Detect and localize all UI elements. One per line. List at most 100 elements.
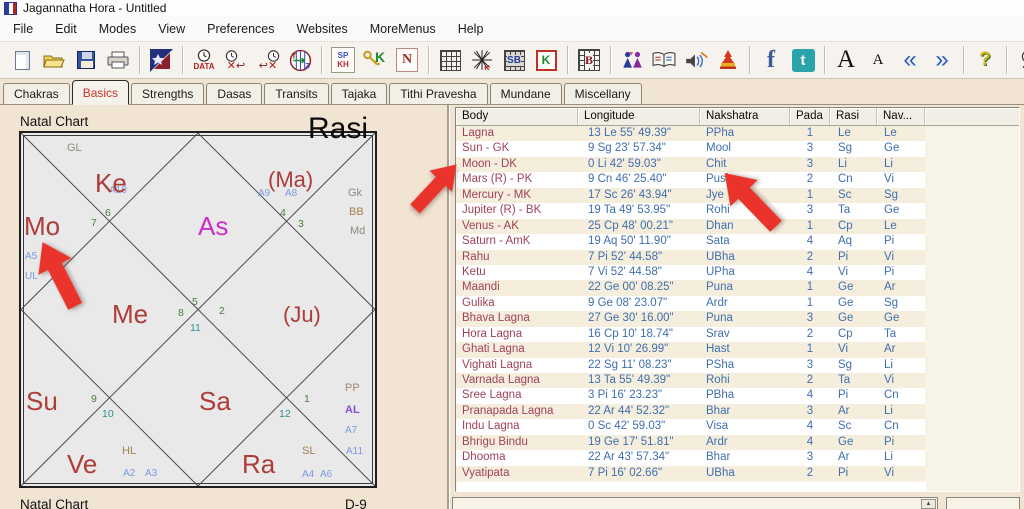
table-row[interactable]: Saturn - AmK19 Aq 50' 11.90"Sata4AqPi (456, 234, 925, 249)
facebook-button[interactable]: f (756, 44, 786, 76)
table-row[interactable]: Gulika9 Ge 08' 23.07"Ardr1GeSg (456, 296, 925, 311)
special-positions-button[interactable]: SP KH (328, 44, 358, 76)
table-cell-4: Sc (830, 419, 877, 434)
table-cell-1: 9 Sg 23' 57.34" (578, 141, 700, 156)
varga-grid-button[interactable] (435, 44, 465, 76)
birth-data-button[interactable]: DATA (189, 44, 219, 76)
table-row[interactable]: Sun - GK9 Sg 23' 57.34"Mool3SgGe (456, 141, 925, 156)
tab-dasas[interactable]: Dasas (206, 83, 262, 104)
font-decrease-icon: A (873, 52, 884, 69)
menu-help[interactable]: Help (447, 19, 495, 39)
tab-tithi-pravesha[interactable]: Tithi Pravesha (389, 83, 487, 104)
column-header-rasi[interactable]: Rasi (830, 108, 877, 125)
next-chart-button[interactable]: » (927, 44, 957, 76)
font-increase-button[interactable]: A (831, 44, 861, 76)
tab-transits[interactable]: Transits (264, 83, 328, 104)
table-cell-2: Ardr (700, 435, 790, 450)
column-header-body[interactable]: Body (456, 108, 578, 125)
tab-mundane[interactable]: Mundane (490, 83, 562, 104)
tab-strengths[interactable]: Strengths (131, 83, 204, 104)
menu-moremenus[interactable]: MoreMenus (359, 19, 447, 39)
tab-miscellany[interactable]: Miscellany (564, 83, 642, 104)
table-row[interactable]: Indu Lagna0 Sc 42' 59.03"Visa4ScCn (456, 419, 925, 434)
animation-rewind-button[interactable]: << (1013, 44, 1024, 76)
table-row[interactable]: Lagna13 Le 55' 49.39"PPha1LeLe (456, 126, 925, 141)
table-cell-0: Rahu (456, 250, 578, 265)
table-cell-5: Pi (877, 435, 925, 450)
muhurta-audio-button[interactable] (681, 44, 711, 76)
table-row[interactable]: Hora Lagna16 Cp 10' 18.74"Srav2CpTa (456, 327, 925, 342)
k-chart-button[interactable]: K (531, 44, 561, 76)
menu-edit[interactable]: Edit (44, 19, 88, 39)
chart-label-rahu: Ra (242, 451, 275, 477)
table-cell-2: Sata (700, 234, 790, 249)
previous-chart-button[interactable]: « (895, 44, 925, 76)
panchanga-button[interactable] (649, 44, 679, 76)
menu-view[interactable]: View (147, 19, 196, 39)
tab-basics[interactable]: Basics (72, 80, 129, 105)
clock-icon (197, 49, 211, 62)
table-row[interactable]: Rahu7 Pi 52' 44.58"UBha2PiVi (456, 250, 925, 265)
table-cell-0: Bhrigu Bindu (456, 435, 578, 450)
menu-preferences[interactable]: Preferences (196, 19, 285, 39)
table-row[interactable]: Vighati Lagna22 Sg 11' 08.23"PSha3SgLi (456, 358, 925, 373)
table-row[interactable]: Dhooma22 Ar 43' 57.34"Bhar3ArLi (456, 450, 925, 465)
table-row[interactable]: Bhava Lagna27 Ge 30' 16.00"Puna3GeGe (456, 311, 925, 326)
facebook-icon: f (767, 47, 775, 74)
help-button[interactable]: ? (970, 44, 1000, 76)
column-header-pada[interactable]: Pada (790, 108, 830, 125)
key-icon: K (362, 49, 388, 71)
column-header-longitude[interactable]: Longitude (578, 108, 700, 125)
n-icon: N (396, 48, 418, 72)
table-row[interactable]: Maandi22 Ge 00' 08.25"Puna1GeAr (456, 280, 925, 295)
chart-splash-button[interactable] (146, 44, 176, 76)
chart-label-a3: A3 (145, 469, 157, 479)
star-chart-button[interactable]: K (467, 44, 497, 76)
table-row[interactable]: Sree Lagna3 Pi 16' 23.23"PBha4PiCn (456, 388, 925, 403)
compatibility-button[interactable]: ♥ (617, 44, 647, 76)
save-button[interactable] (71, 44, 101, 76)
table-cell-5: Sg (877, 188, 925, 203)
scroll-up-button[interactable]: ▲ (921, 499, 936, 509)
table-row[interactable]: Jupiter (R) - BK19 Ta 49' 53.95"Rohi3TaG… (456, 203, 925, 218)
table-cell-3: 4 (790, 234, 830, 249)
table-cell-1: 19 Ta 49' 53.95" (578, 203, 700, 218)
font-decrease-button[interactable]: A (863, 44, 893, 76)
key-chart-button[interactable]: K (360, 44, 390, 76)
table-cell-4: Vi (830, 265, 877, 280)
table-row[interactable]: Ghati Lagna12 Vi 10' 26.99"Hast1ViAr (456, 342, 925, 357)
notes-button[interactable]: N (392, 44, 422, 76)
sb-button[interactable]: SB (499, 44, 529, 76)
table-cell-1: 7 Pi 16' 02.66" (578, 466, 700, 481)
twitter-button[interactable]: t (788, 44, 818, 76)
table-row[interactable]: Venus - AK25 Cp 48' 00.21"Dhan1CpLe (456, 219, 925, 234)
new-document-button[interactable] (7, 44, 37, 76)
menu-websites[interactable]: Websites (286, 19, 359, 39)
column-header-navamsa[interactable]: Nav... (877, 108, 925, 125)
table-cell-4: Ta (830, 203, 877, 218)
menu-file[interactable]: File (2, 19, 44, 39)
print-button[interactable] (103, 44, 133, 76)
column-header-nakshatra[interactable]: Nakshatra (700, 108, 790, 125)
table-row[interactable]: Bhrigu Bindu19 Ge 17' 51.81"Ardr4GePi (456, 435, 925, 450)
bhava-grid-button[interactable]: B (574, 44, 604, 76)
time-undo-button[interactable]: ✕↩ (221, 44, 251, 76)
menu-modes[interactable]: Modes (88, 19, 148, 39)
table-cell-4: Li (830, 157, 877, 172)
time-redo-button[interactable]: ↩✕ (253, 44, 283, 76)
table-row[interactable]: Vyatipata7 Pi 16' 02.66"UBha2PiVi (456, 466, 925, 481)
table-row[interactable]: Varnada Lagna13 Ta 55' 49.39"Rohi2TaVi (456, 373, 925, 388)
table-row[interactable]: Mercury - MK17 Sc 26' 43.94"Jye1ScSg (456, 188, 925, 203)
open-file-button[interactable] (39, 44, 69, 76)
table-row[interactable]: Ketu7 Vi 52' 44.58"UPha4ViPi (456, 265, 925, 280)
tab-tajaka[interactable]: Tajaka (331, 83, 388, 104)
arrow-redo-icon: ↩✕ (259, 62, 277, 71)
table-row[interactable]: Mars (R) - PK9 Cn 46' 25.40"Push2CnVi (456, 172, 925, 187)
timezone-button[interactable]: TZ (285, 44, 315, 76)
table-row[interactable]: Moon - DK0 Li 42' 59.03"Chit3LiLi (456, 157, 925, 172)
toolbar-separator (567, 46, 568, 74)
homa-button[interactable] (713, 44, 743, 76)
table-row[interactable]: Pranapada Lagna22 Ar 44' 52.32"Bhar3ArLi (456, 404, 925, 419)
tab-chakras[interactable]: Chakras (3, 83, 70, 104)
table-cell-4: Ge (830, 435, 877, 450)
